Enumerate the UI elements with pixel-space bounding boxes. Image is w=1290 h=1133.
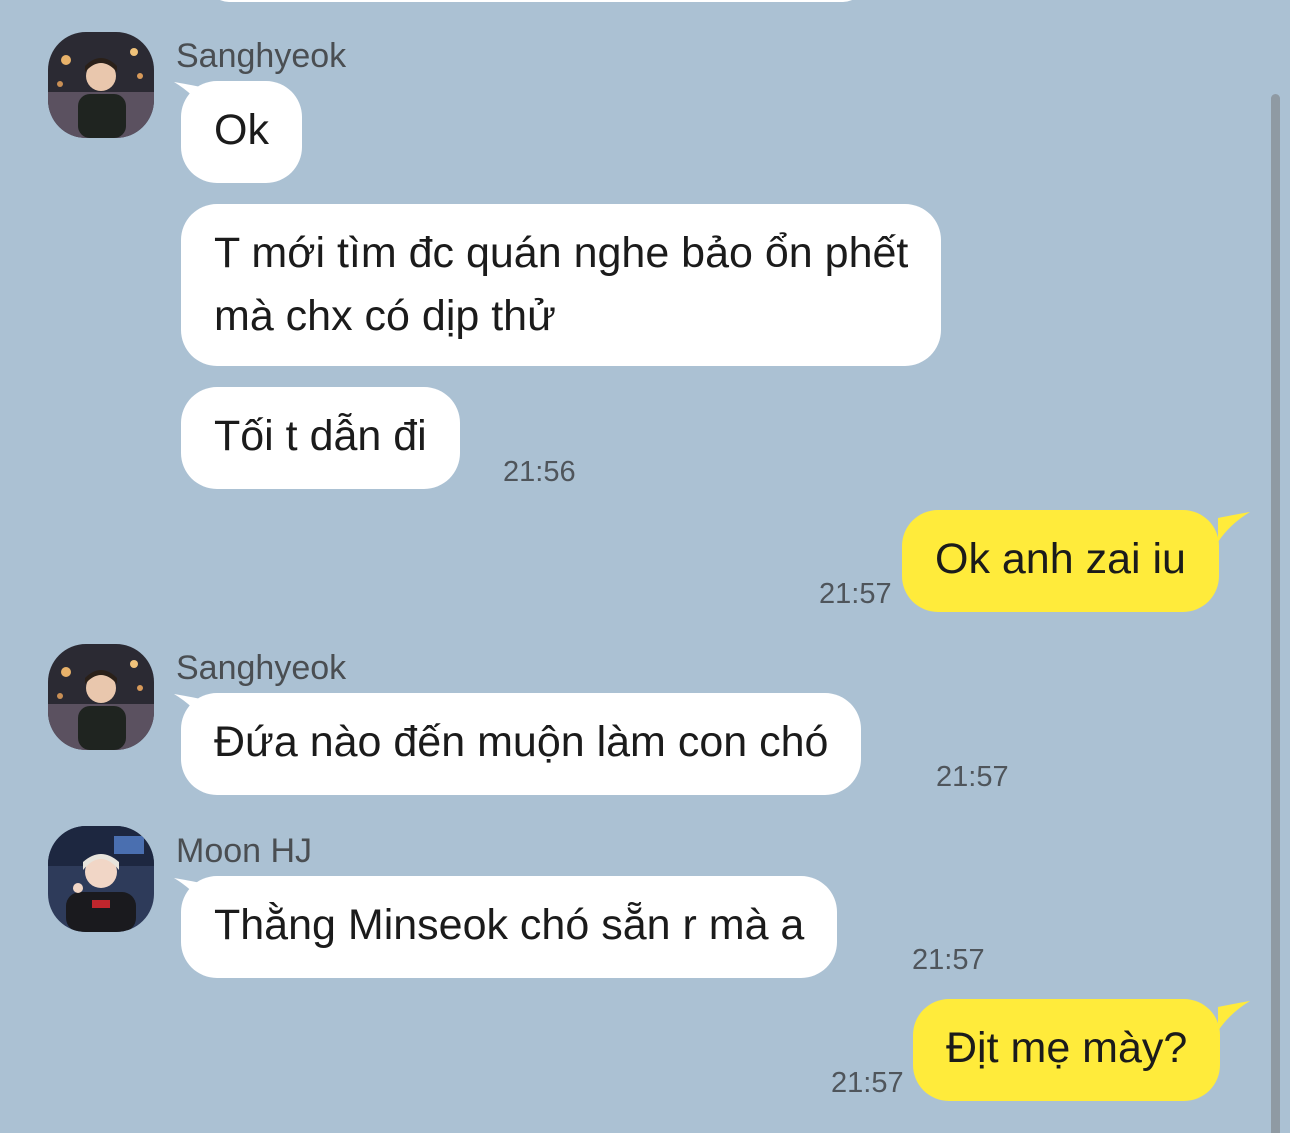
message-text-line: mà chx có dịp thử bbox=[214, 292, 556, 340]
message-text-line: T mới tìm đc quán nghe bảo ổn phết bbox=[214, 229, 909, 277]
sender-name: Sanghyeok bbox=[176, 649, 347, 687]
message-timestamp: 21:56 bbox=[503, 456, 576, 488]
message-text: Đứa nào đến muộn làm con chó bbox=[214, 718, 829, 766]
message-text: Địt mẹ mày? bbox=[946, 1024, 1188, 1072]
outgoing-bubble-tail-icon bbox=[1218, 1001, 1250, 1031]
avatar-sanghyeok[interactable] bbox=[48, 32, 154, 138]
message-timestamp: 21:57 bbox=[912, 944, 985, 976]
chat-area: Sanghyeok Ok T mới tìm đc quán nghe bảo … bbox=[0, 0, 1290, 1133]
message-timestamp: 21:57 bbox=[819, 578, 892, 610]
message-text: Ok anh zai iu bbox=[935, 535, 1186, 583]
message-bubble-outgoing[interactable]: Địt mẹ mày? bbox=[913, 999, 1221, 1101]
message-bubble[interactable]: T mới tìm đc quán nghe bảo ổn phết mà ch… bbox=[181, 204, 942, 366]
message-timestamp: 21:57 bbox=[831, 1067, 904, 1099]
avatar-moon-hj[interactable] bbox=[48, 826, 154, 932]
avatar-photo-icon bbox=[48, 32, 154, 138]
message-bubble[interactable]: Đứa nào đến muộn làm con chó bbox=[181, 693, 862, 795]
message-text: Thằng Minseok chó sẵn r mà a bbox=[214, 901, 805, 949]
outgoing-bubble-tail-icon bbox=[1218, 512, 1250, 542]
sender-name: Moon HJ bbox=[176, 832, 313, 870]
message-bubble[interactable]: Thằng Minseok chó sẵn r mà a bbox=[181, 876, 838, 978]
message-timestamp: 21:57 bbox=[936, 761, 1009, 793]
avatar-photo-icon bbox=[48, 826, 154, 932]
sender-name: Sanghyeok bbox=[176, 37, 347, 75]
message-bubble[interactable]: Tối t dẫn đi bbox=[181, 387, 460, 489]
message-text: Ok bbox=[214, 106, 269, 154]
previous-message-bubble[interactable] bbox=[208, 0, 864, 2]
scrollbar[interactable] bbox=[1271, 94, 1280, 1133]
message-text: Tối t dẫn đi bbox=[214, 412, 427, 460]
avatar-photo-icon bbox=[48, 644, 154, 750]
avatar-sanghyeok[interactable] bbox=[48, 644, 154, 750]
message-bubble[interactable]: Ok bbox=[181, 81, 302, 183]
message-bubble-outgoing[interactable]: Ok anh zai iu bbox=[902, 510, 1219, 612]
